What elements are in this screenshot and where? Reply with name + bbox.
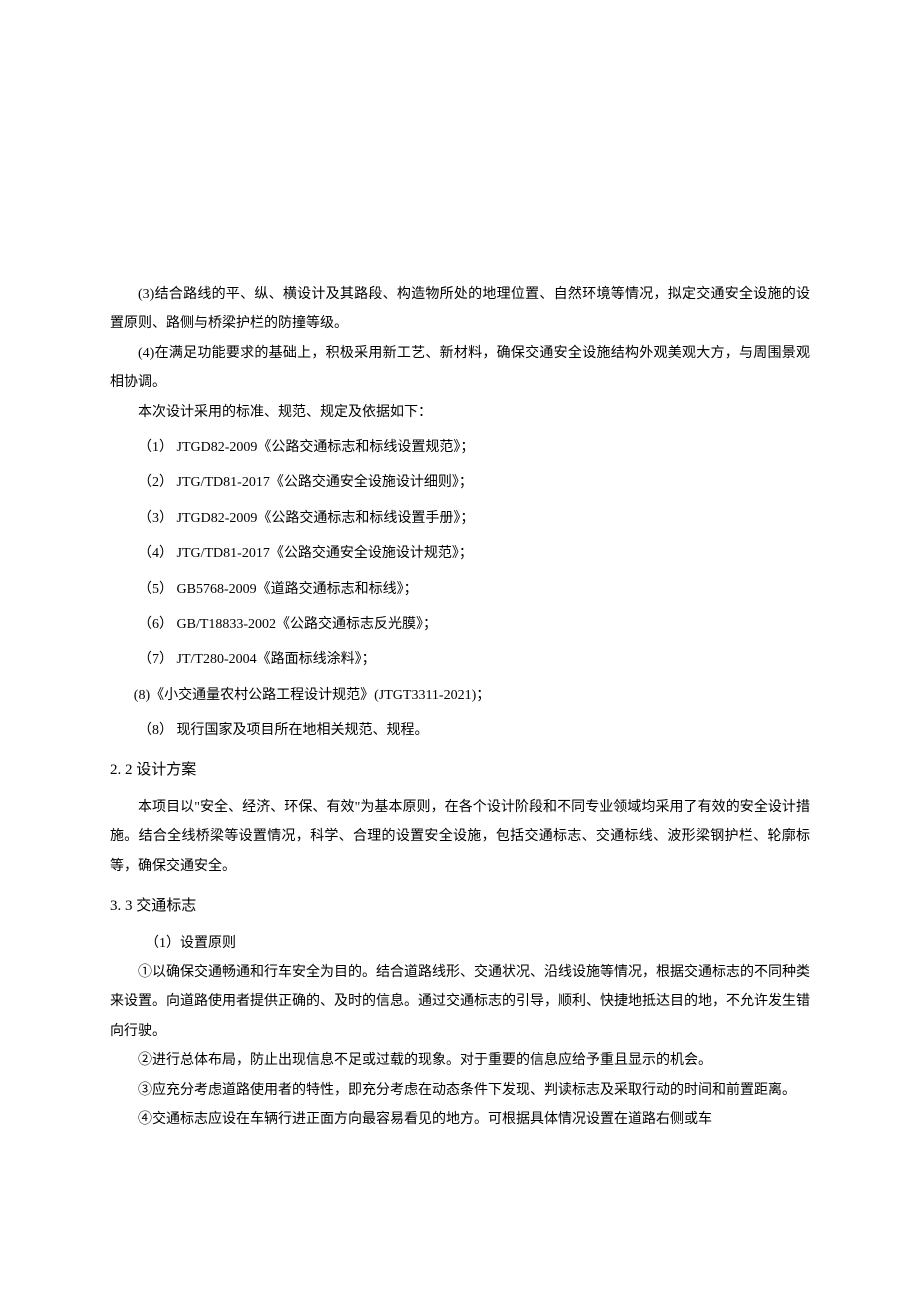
standard-item-5: （5） GB5768-2009《道路交通标志和标线》； (110, 575, 810, 604)
standard-item-4: （4） JTG/TD81-2017《公路交通安全设施设计规范》； (110, 539, 810, 568)
section-3-sub1-item-2: ②进行总体布局，防止出现信息不足或过载的现象。对于重要的信息应给予重且显示的机会… (110, 1046, 810, 1075)
standard-item-3: （3） JTGD82-2009《公路交通标志和标线设置手册》； (110, 504, 810, 533)
section-3-sub1-item-3: ③应充分考虑道路使用者的特性，即充分考虑在动态条件下发现、判读标志及采取行动的时… (110, 1076, 810, 1105)
standard-item-8a: (8)《小交通量农村公路工程设计规范》(JTGT3311-2021)； (110, 681, 810, 710)
standard-item-1: （1） JTGD82-2009《公路交通标志和标线设置规范》； (110, 433, 810, 462)
standard-item-2: （2） JTG/TD81-2017《公路交通安全设施设计细则》； (110, 468, 810, 497)
section-3-sub1-item-1: ①以确保交通畅通和行车安全为目的。结合道路线形、交通状况、沿线设施等情况，根据交… (110, 958, 810, 1046)
standard-item-7: （7） JT/T280-2004《路面标线涂料》； (110, 645, 810, 674)
standard-item-8b: （8） 现行国家及项目所在地相关规范、规程。 (110, 716, 810, 745)
paragraph-item-4: (4)在满足功能要求的基础上，积极采用新工艺、新材料，确保交通安全设施结构外观美… (110, 339, 810, 398)
section-2-heading: 2. 2 设计方案 (110, 755, 810, 787)
section-3-sub1-item-4: ④交通标志应设在车辆行进正面方向最容易看见的地方。可根据具体情况设置在道路右侧或… (110, 1105, 810, 1134)
section-3-heading: 3. 3 交通标志 (110, 891, 810, 923)
section-2-body: 本项目以"安全、经济、环保、有效"为基本原则，在各个设计阶段和不同专业领域均采用… (110, 793, 810, 881)
standard-item-6: （6） GB/T18833-2002《公路交通标志反光膜》； (110, 610, 810, 639)
standards-intro: 本次设计采用的标准、规范、规定及依据如下： (110, 398, 810, 427)
section-3-sub1-title: （1）设置原则 (110, 929, 810, 958)
paragraph-item-3: (3)结合路线的平、纵、横设计及其路段、构造物所处的地理位置、自然环境等情况，拟… (110, 280, 810, 339)
